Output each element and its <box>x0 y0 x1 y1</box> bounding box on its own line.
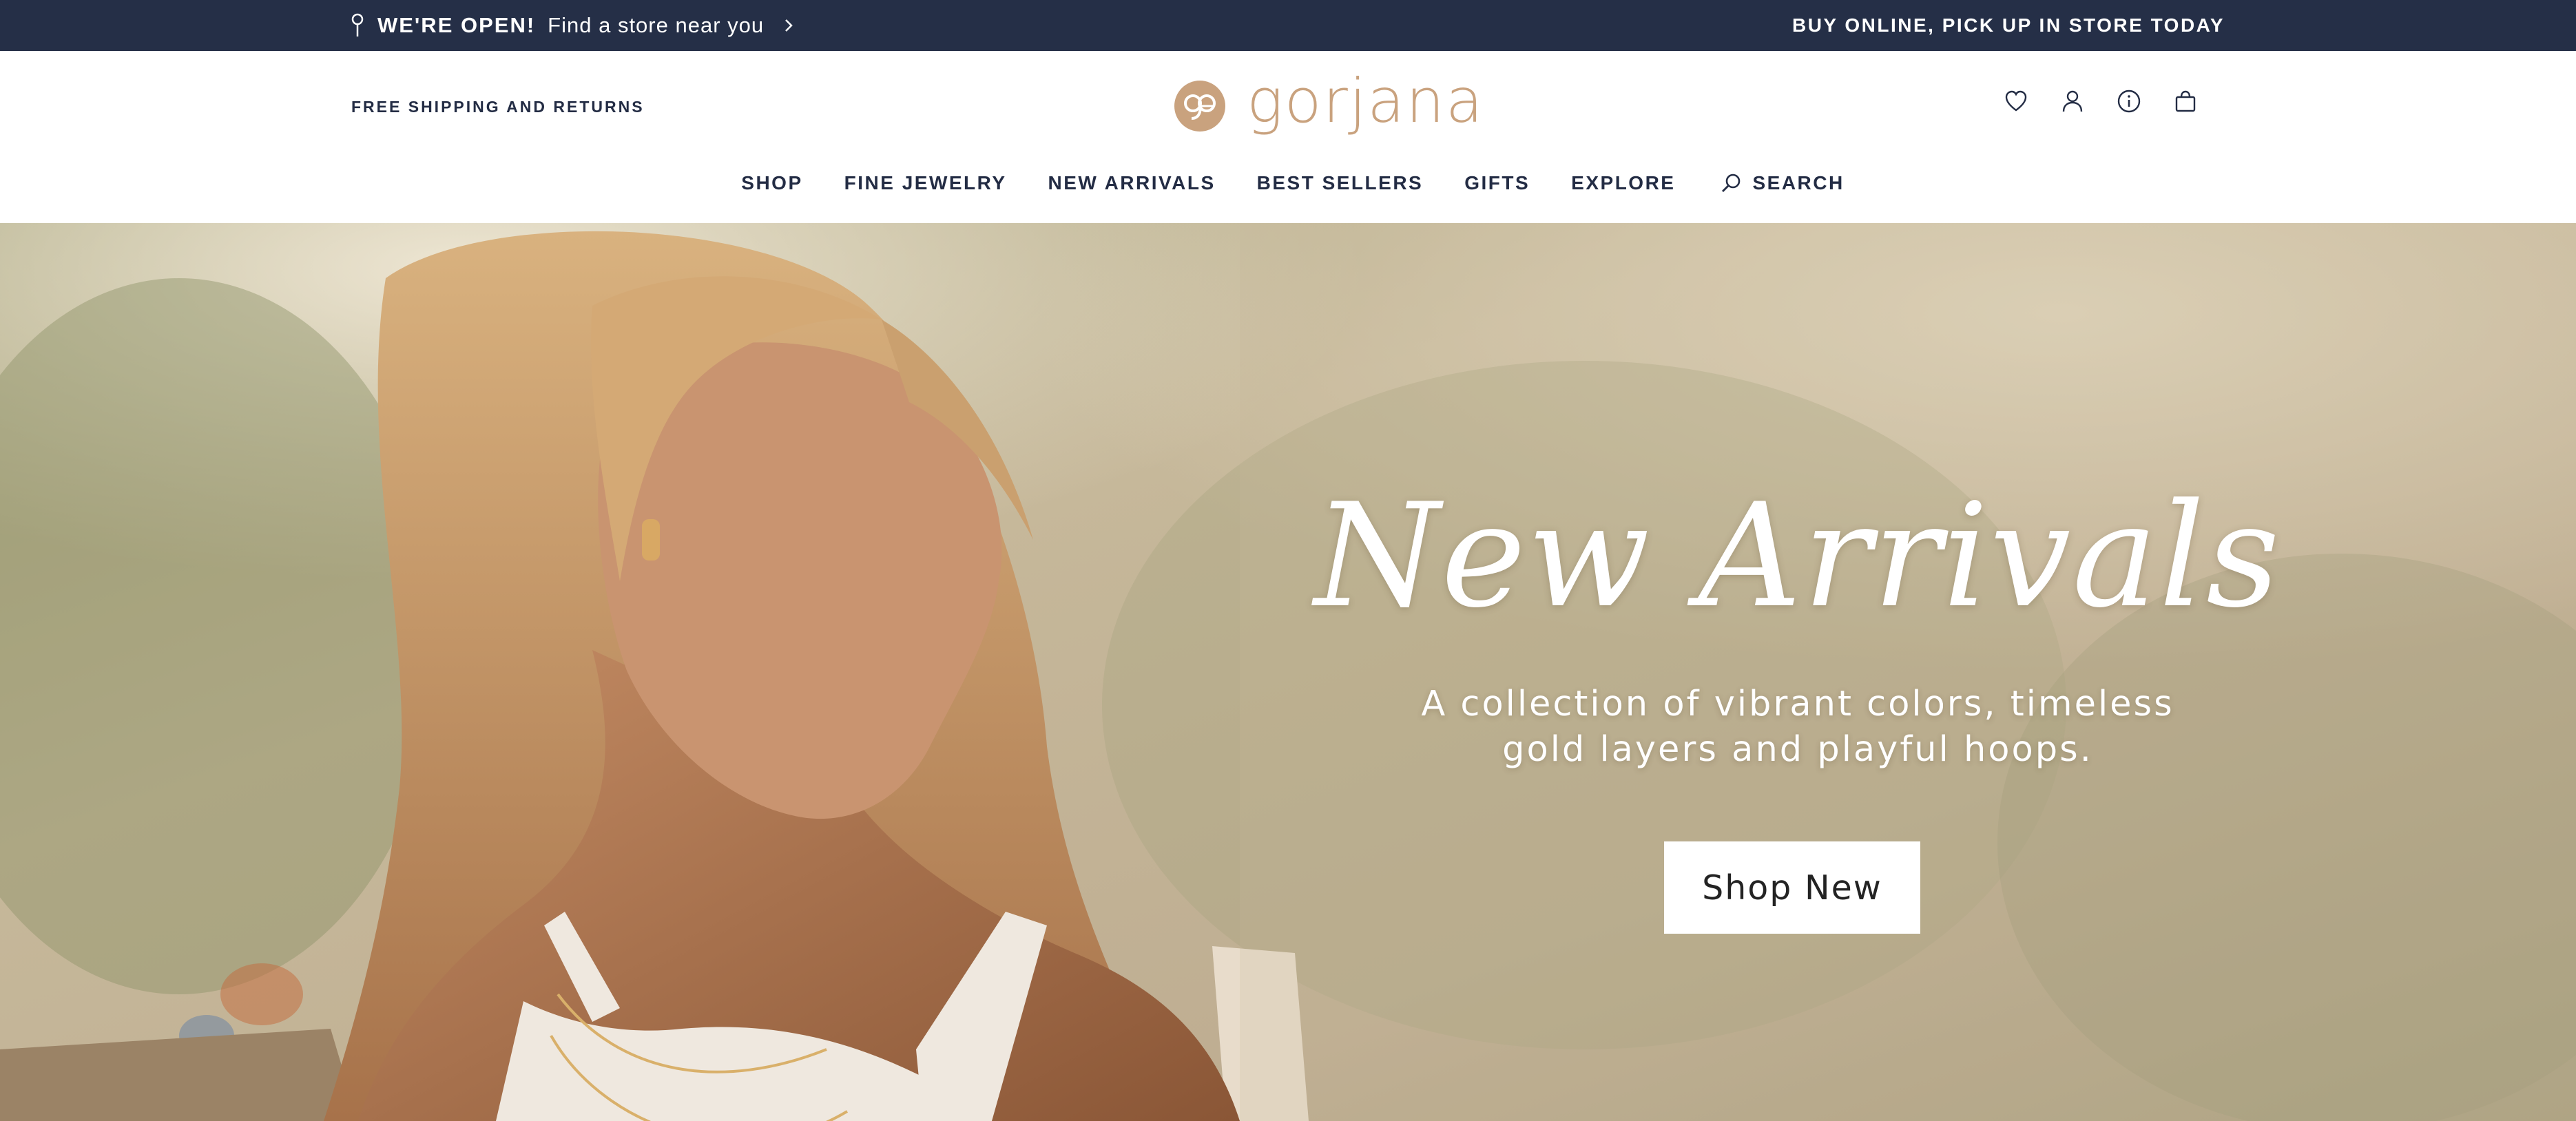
logo[interactable]: gorjana <box>1174 71 1484 134</box>
announcement-bar: WE'RE OPEN! Find a store near you BUY ON… <box>0 0 2576 51</box>
chevron-right-icon <box>785 19 793 32</box>
nav-item-shop[interactable]: SHOP <box>741 172 802 194</box>
hero-banner[interactable]: New Arrivals A collection of vibrant col… <box>0 223 2576 1121</box>
header-icons <box>2004 90 2197 113</box>
main-nav: SHOP FINE JEWELRY NEW ARRIVALS BEST SELL… <box>0 172 2576 194</box>
search-icon <box>1722 174 1741 192</box>
shop-new-button[interactable]: Shop New <box>1664 841 1920 934</box>
search-label: SEARCH <box>1752 172 1845 193</box>
site-header: FREE SHIPPING AND RETURNS gorjana SHOP F… <box>0 51 2576 223</box>
account-icon[interactable] <box>2061 90 2084 113</box>
hero-subtitle: A collection of vibrant colors, timeless… <box>1421 684 2174 770</box>
shipping-promo: FREE SHIPPING AND RETURNS <box>351 98 645 116</box>
hero-copy: New Arrivals A collection of vibrant col… <box>1309 485 2287 773</box>
store-locator-link[interactable]: WE'RE OPEN! Find a store near you <box>350 0 794 51</box>
nav-item-new-arrivals[interactable]: NEW ARRIVALS <box>1048 172 1216 194</box>
info-icon[interactable] <box>2117 90 2141 113</box>
nav-item-best-sellers[interactable]: BEST SELLERS <box>1257 172 1424 194</box>
heart-icon[interactable] <box>2004 90 2028 113</box>
nav-item-gifts[interactable]: GIFTS <box>1464 172 1530 194</box>
nav-item-explore[interactable]: EXPLORE <box>1571 172 1675 194</box>
bag-icon[interactable] <box>2174 90 2197 113</box>
pickup-promo: BUY ONLINE, PICK UP IN STORE TODAY <box>1791 14 2225 36</box>
logo-mark-icon <box>1174 81 1225 132</box>
nav-item-fine-jewelry[interactable]: FINE JEWELRY <box>844 172 1007 194</box>
location-pin-icon <box>351 13 364 36</box>
logo-wordmark: gorjana <box>1247 65 1484 136</box>
hero-title: New Arrivals <box>1314 473 2281 640</box>
store-link-text: Find a store near you <box>548 13 765 37</box>
search-button[interactable]: SEARCH <box>1721 172 1844 194</box>
store-open-label: WE'RE OPEN! <box>377 13 536 37</box>
